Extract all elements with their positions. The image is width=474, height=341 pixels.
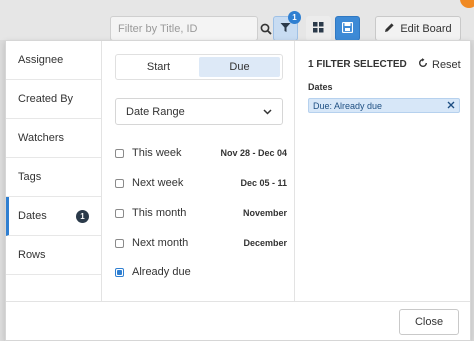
filter-panel: Assignee Created By Watchers Tags Dates … xyxy=(5,40,471,341)
option-this-month[interactable]: This month November xyxy=(115,205,287,221)
sidebar-item-label: Dates xyxy=(18,210,47,222)
sidebar-item-tags[interactable]: Tags xyxy=(6,158,101,197)
filter-icon xyxy=(280,22,291,36)
pencil-icon xyxy=(384,22,395,36)
option-already-due[interactable]: Already due xyxy=(115,264,287,280)
sidebar-item-watchers[interactable]: Watchers xyxy=(6,119,101,158)
search-icon[interactable] xyxy=(260,23,272,35)
sidebar-item-label: Rows xyxy=(18,249,46,261)
dates-count-badge: 1 xyxy=(76,209,89,223)
grid-icon xyxy=(313,21,324,36)
option-label: Next month xyxy=(132,237,189,249)
date-filter-options: Start Due Date Range This week Nov 28 - … xyxy=(103,41,295,301)
sidebar-item-label: Created By xyxy=(18,93,74,105)
date-range-value: Date Range xyxy=(126,105,185,118)
option-date: November xyxy=(242,208,287,218)
sidebar-item-label: Watchers xyxy=(18,132,65,144)
option-this-week[interactable]: This week Nov 28 - Dec 04 xyxy=(115,145,287,161)
checkbox[interactable] xyxy=(115,178,124,188)
selected-filters-panel: 1 FILTER SELECTED Reset Dates Due: Alrea… xyxy=(296,41,470,301)
search-box[interactable] xyxy=(110,16,272,41)
date-range-select[interactable]: Date Range xyxy=(115,98,283,125)
option-date: Nov 28 - Dec 04 xyxy=(220,148,287,158)
board-view-button[interactable] xyxy=(306,16,331,41)
save-view-button[interactable] xyxy=(335,16,360,41)
option-label: Already due xyxy=(132,266,191,278)
sidebar-item-created-by[interactable]: Created By xyxy=(6,80,101,119)
edit-board-button[interactable]: Edit Board xyxy=(375,16,461,41)
close-button[interactable]: Close xyxy=(399,309,459,335)
tab-start[interactable]: Start xyxy=(118,57,199,77)
selected-filter-chip: Due: Already due xyxy=(308,98,460,113)
reset-button[interactable]: Reset xyxy=(418,58,461,71)
filter-category-sidebar: Assignee Created By Watchers Tags Dates … xyxy=(6,41,102,301)
selected-filters-title: 1 FILTER SELECTED xyxy=(308,59,407,70)
reset-label: Reset xyxy=(432,58,461,71)
reset-icon xyxy=(418,58,428,71)
sidebar-item-rows[interactable]: Rows xyxy=(6,236,101,275)
option-label: This month xyxy=(132,207,187,219)
option-label: This week xyxy=(132,147,182,159)
sidebar-item-dates[interactable]: Dates 1 xyxy=(6,197,101,236)
option-date: December xyxy=(243,238,287,248)
checkbox-checked[interactable] xyxy=(115,267,124,277)
sidebar-item-label: Tags xyxy=(18,171,42,183)
checkbox[interactable] xyxy=(115,208,124,218)
option-next-week[interactable]: Next week Dec 05 - 11 xyxy=(115,175,287,191)
sidebar-item-assignee[interactable]: Assignee xyxy=(6,41,101,80)
filter-count-badge: 1 xyxy=(288,11,301,24)
chevron-down-icon xyxy=(263,106,272,118)
sidebar-item-label: Assignee xyxy=(18,54,64,66)
start-due-toggle: Start Due xyxy=(115,54,283,80)
selected-section-label: Dates xyxy=(308,82,333,92)
option-date: Dec 05 - 11 xyxy=(240,178,287,188)
close-icon[interactable] xyxy=(447,101,455,111)
save-icon xyxy=(341,21,354,36)
panel-footer: Close xyxy=(6,301,470,341)
option-next-month[interactable]: Next month December xyxy=(115,235,287,251)
checkbox[interactable] xyxy=(115,148,124,158)
checkbox[interactable] xyxy=(115,238,124,248)
chip-label: Due: Already due xyxy=(313,100,383,111)
option-label: Next week xyxy=(132,177,184,189)
tab-due[interactable]: Due xyxy=(199,57,280,77)
edit-board-label: Edit Board xyxy=(400,22,452,35)
search-input[interactable] xyxy=(118,22,260,35)
